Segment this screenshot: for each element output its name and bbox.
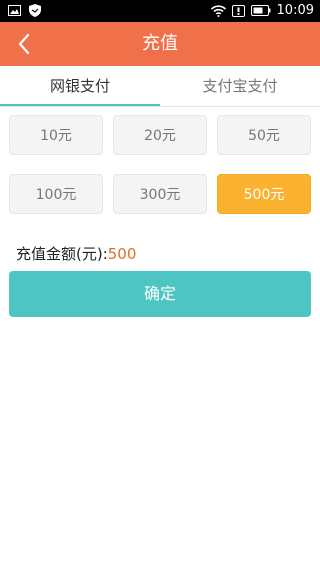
active-tab-indicator [0,104,160,106]
amount-option-10[interactable]: 10元 [9,115,103,155]
image-icon [8,5,21,16]
recharge-amount-value: 500 [107,245,137,263]
status-time: 10:09 [276,3,314,18]
recharge-amount-label: 充值金额(元): [16,245,108,263]
battery-icon [250,5,271,16]
wifi-icon [210,4,226,17]
notification-icon [231,4,245,17]
amount-option-100[interactable]: 100元 [9,174,103,214]
app-bar: 充值 [0,22,320,66]
confirm-button[interactable]: 确定 [9,271,311,317]
amount-option-300[interactable]: 300元 [113,174,207,214]
payment-tabs: 网银支付 支付宝支付 [0,66,320,107]
tab-bank-payment[interactable]: 网银支付 [0,66,160,106]
amount-option-50[interactable]: 50元 [217,115,311,155]
recharge-amount-summary: 充值金额(元):500 [16,243,136,264]
page-title: 充值 [142,33,178,54]
shield-icon [29,4,41,17]
amount-option-500[interactable]: 500元 [217,174,311,214]
amount-option-20[interactable]: 20元 [113,115,207,155]
status-bar: 10:09 [0,0,320,22]
status-bar-left [8,4,41,17]
status-bar-right: 10:09 [210,3,314,18]
tab-alipay-payment[interactable]: 支付宝支付 [160,66,320,106]
